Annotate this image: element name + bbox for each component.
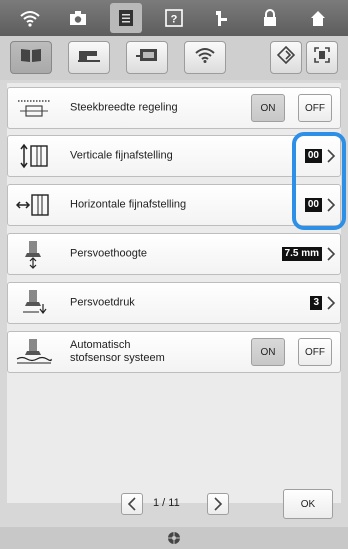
help-icon[interactable]: ? bbox=[158, 3, 190, 33]
settings-list: Steekbreedte regeling ON OFF Verticale f… bbox=[7, 83, 341, 503]
presser-foot-height-icon bbox=[16, 238, 52, 270]
chevron-right-icon bbox=[327, 149, 336, 163]
tab-scan-frame[interactable] bbox=[306, 41, 338, 74]
home-icon[interactable] bbox=[302, 3, 334, 33]
svg-text:?: ? bbox=[171, 14, 178, 26]
setting-row-presser-foot-pressure[interactable]: Persvoetdruk 3 bbox=[7, 282, 341, 324]
lock-icon[interactable] bbox=[254, 3, 286, 33]
setting-row-stitch-width-control: Steekbreedte regeling ON OFF bbox=[7, 87, 341, 129]
setting-value: 00 bbox=[304, 198, 322, 212]
chevron-right-icon bbox=[327, 247, 336, 261]
scan-frame-icon bbox=[313, 46, 331, 69]
category-tab-row bbox=[0, 36, 348, 80]
tab-machine-info[interactable] bbox=[270, 41, 302, 74]
chevron-left-icon bbox=[127, 497, 136, 511]
bobbin-icon bbox=[168, 532, 180, 544]
sewing-machine-icon bbox=[77, 47, 101, 68]
on-button[interactable]: ON bbox=[251, 338, 285, 366]
off-button[interactable]: OFF bbox=[298, 94, 332, 122]
tab-wireless-settings[interactable] bbox=[184, 41, 226, 74]
previous-page-button[interactable] bbox=[121, 493, 143, 515]
ok-button[interactable]: OK bbox=[283, 489, 333, 519]
setting-label: Steekbreedte regeling bbox=[70, 101, 178, 114]
off-button[interactable]: OFF bbox=[298, 338, 332, 366]
presser-foot-pressure-icon bbox=[16, 287, 52, 319]
setting-row-vertical-fine-adjust[interactable]: Verticale fijnafstelling 00 bbox=[7, 135, 341, 177]
next-page-button[interactable] bbox=[207, 493, 229, 515]
setting-label: Automatisch stofsensor systeem bbox=[70, 339, 165, 365]
chevron-right-icon bbox=[327, 198, 336, 212]
tab-sewing-settings[interactable] bbox=[68, 41, 110, 74]
fabric-sensor-icon bbox=[16, 336, 52, 368]
horizontal-adjust-icon bbox=[16, 189, 52, 221]
setting-row-auto-fabric-sensor: Automatisch stofsensor systeem ON OFF bbox=[7, 331, 341, 373]
wifi-icon bbox=[194, 47, 216, 68]
setting-value: 7.5 mm bbox=[281, 247, 322, 261]
stitch-width-icon bbox=[16, 92, 52, 124]
camera-icon[interactable] bbox=[62, 3, 94, 33]
tab-embroidery-settings[interactable] bbox=[126, 41, 168, 74]
chevron-right-icon bbox=[214, 497, 223, 511]
bottom-status-bar bbox=[0, 527, 348, 549]
page-indicator: 1 / 11 bbox=[153, 497, 180, 509]
chevron-right-icon bbox=[327, 296, 336, 310]
setting-row-horizontal-fine-adjust[interactable]: Horizontale fijnafstelling 00 bbox=[7, 184, 341, 226]
setting-label-line2: stofsensor systeem bbox=[70, 352, 165, 364]
book-icon bbox=[20, 47, 42, 68]
tab-general-settings[interactable] bbox=[10, 41, 52, 74]
setting-row-presser-foot-height[interactable]: Persvoethoogte 7.5 mm bbox=[7, 233, 341, 275]
document-icon[interactable] bbox=[110, 3, 142, 33]
setting-value: 3 bbox=[310, 296, 322, 310]
vertical-adjust-icon bbox=[16, 140, 52, 172]
top-toolbar: ? bbox=[0, 0, 348, 36]
setting-label: Horizontale fijnafstelling bbox=[70, 198, 187, 211]
setting-label: Persvoethoogte bbox=[70, 247, 148, 260]
setting-label-line1: Automatisch bbox=[70, 339, 131, 351]
settings-diamond-icon bbox=[276, 45, 296, 69]
embroidery-icon bbox=[135, 47, 159, 68]
on-button[interactable]: ON bbox=[251, 94, 285, 122]
needle-threading-icon[interactable] bbox=[206, 3, 238, 33]
setting-label: Persvoetdruk bbox=[70, 296, 135, 309]
setting-value: 00 bbox=[304, 149, 322, 163]
setting-label: Verticale fijnafstelling bbox=[70, 149, 173, 162]
wifi-icon[interactable] bbox=[14, 3, 46, 33]
